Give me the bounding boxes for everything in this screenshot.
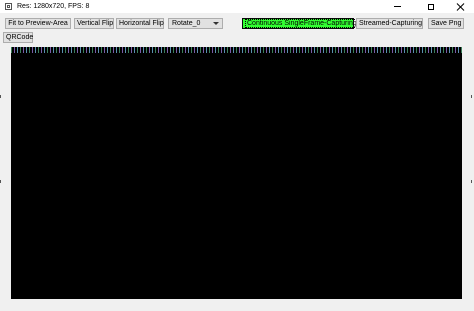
rotate-select[interactable]: Rotate_0 xyxy=(168,18,223,29)
close-button[interactable] xyxy=(448,0,474,13)
fit-to-preview-button[interactable]: Fit to Preview-Area xyxy=(5,18,71,29)
maximize-icon xyxy=(428,3,434,10)
streamed-capturing-button[interactable]: Streamed-Capturing xyxy=(356,18,423,29)
vertical-flip-button[interactable]: Vertical Flip xyxy=(74,18,114,29)
continuous-capturing-button[interactable]: Continuous SingleFrame-Capturing xyxy=(242,18,359,29)
rotate-select-value: Rotate_0 xyxy=(172,20,201,27)
minimize-icon xyxy=(393,6,401,7)
frame-noise-strip xyxy=(11,47,462,53)
right-gutter xyxy=(462,47,471,299)
app-window-icon xyxy=(5,3,12,10)
preview-area xyxy=(11,47,462,299)
left-edge-mark xyxy=(0,180,1,183)
right-edge-mark xyxy=(471,180,472,183)
right-edge-mark xyxy=(471,95,472,98)
close-icon xyxy=(457,3,465,11)
title-bar: Res: 1280x720, FPS: 8 xyxy=(0,0,474,13)
minimize-button[interactable] xyxy=(384,0,410,13)
qrcode-button[interactable]: QRCode xyxy=(3,32,33,43)
save-png-button[interactable]: Save Png xyxy=(428,18,464,29)
continuous-capturing-label: Continuous SingleFrame-Capturing xyxy=(245,19,359,28)
maximize-button[interactable] xyxy=(418,0,444,13)
left-edge-mark xyxy=(0,95,1,98)
horizontal-flip-button[interactable]: Horizontal Flip xyxy=(116,18,164,29)
window-title: Res: 1280x720, FPS: 8 xyxy=(17,3,90,10)
chevron-down-icon xyxy=(213,22,219,25)
